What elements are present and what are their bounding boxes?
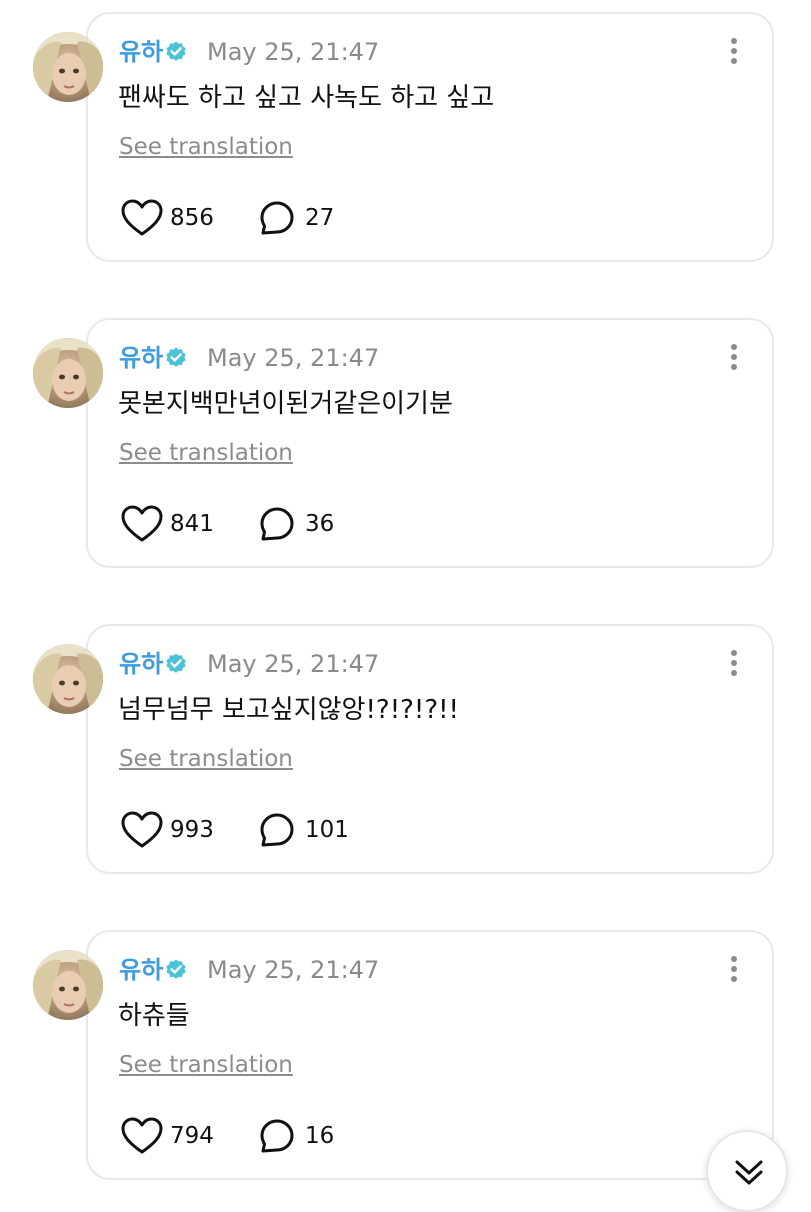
like-count: 841 xyxy=(170,511,214,537)
post: 유하 May 25, 21:47 하츄들 See translation 794… xyxy=(0,930,811,1192)
comment-bubble-icon[interactable] xyxy=(259,200,295,236)
reply-count: 36 xyxy=(305,511,335,537)
more-vertical-icon[interactable] xyxy=(724,342,744,372)
comment-bubble-icon[interactable] xyxy=(259,506,295,542)
heart-icon[interactable] xyxy=(120,810,164,850)
more-vertical-icon[interactable] xyxy=(724,36,744,66)
post-timestamp: May 25, 21:47 xyxy=(207,650,380,678)
see-translation-link[interactable]: See translation xyxy=(119,130,293,164)
see-translation-link[interactable]: See translation xyxy=(119,742,293,776)
comment-bubble-icon[interactable] xyxy=(259,812,295,848)
post-text: 못본지백만년이된거같은이기분 xyxy=(118,389,453,419)
like-count: 856 xyxy=(170,205,214,231)
see-translation-link[interactable]: See translation xyxy=(119,1048,293,1082)
post-timestamp: May 25, 21:47 xyxy=(207,344,380,372)
like-count: 993 xyxy=(170,817,214,843)
post-text: 넘무넘무 보고싶지않앙!?!?!?!! xyxy=(118,695,459,725)
more-vertical-icon[interactable] xyxy=(724,648,744,678)
reply-count: 101 xyxy=(305,817,349,843)
post: 유하 May 25, 21:47 넘무넘무 보고싶지않앙!?!?!?!! See… xyxy=(0,624,811,886)
double-chevron-down-icon xyxy=(735,1160,763,1185)
heart-icon[interactable] xyxy=(120,198,164,238)
author-name[interactable]: 유하 xyxy=(119,34,163,70)
author-name[interactable]: 유하 xyxy=(119,952,163,988)
avatar[interactable] xyxy=(33,338,103,408)
post-text: 팬싸도 하고 싶고 사녹도 하고 싶고 xyxy=(118,83,495,113)
post: 유하 May 25, 21:47 팬싸도 하고 싶고 사녹도 하고 싶고 See… xyxy=(0,12,811,274)
see-translation-link[interactable]: See translation xyxy=(119,436,293,470)
verified-badge-icon xyxy=(166,653,186,673)
avatar[interactable] xyxy=(33,32,103,102)
avatar[interactable] xyxy=(33,950,103,1020)
post-text: 하츄들 xyxy=(118,1001,190,1031)
author-name[interactable]: 유하 xyxy=(119,646,163,682)
verified-badge-icon xyxy=(166,347,186,367)
comment-bubble-icon[interactable] xyxy=(259,1118,295,1154)
post: 유하 May 25, 21:47 못본지백만년이된거같은이기분 See tran… xyxy=(0,318,811,580)
avatar[interactable] xyxy=(33,644,103,714)
heart-icon[interactable] xyxy=(120,504,164,544)
verified-badge-icon xyxy=(166,41,186,61)
reply-count: 27 xyxy=(305,205,335,231)
post-timestamp: May 25, 21:47 xyxy=(207,956,380,984)
author-name[interactable]: 유하 xyxy=(119,340,163,376)
more-vertical-icon[interactable] xyxy=(724,954,744,984)
post-timestamp: May 25, 21:47 xyxy=(207,38,380,66)
verified-badge-icon xyxy=(166,959,186,979)
reply-count: 16 xyxy=(305,1123,335,1149)
heart-icon[interactable] xyxy=(120,1116,164,1156)
like-count: 794 xyxy=(170,1123,214,1149)
